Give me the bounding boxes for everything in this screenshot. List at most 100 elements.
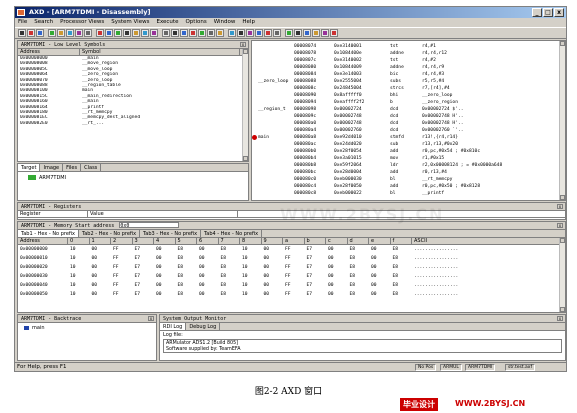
toolbar-icon[interactable] [228, 29, 236, 37]
disasm-row[interactable]: 000080c0 0xeb000030 bl __rt_memcpy [252, 176, 565, 183]
toolbar-icon[interactable] [303, 29, 311, 37]
backtrace-item[interactable]: main [18, 323, 156, 333]
tab-files[interactable]: Files [63, 164, 82, 171]
disasm-row[interactable]: __region_t 00008098 0x00002724 dcd 0x0000272… [252, 106, 565, 113]
symbol-row[interactable]: 0x000082E0 __rt_... [18, 121, 248, 126]
memory-row[interactable]: 0x00000000 10 00 FF E7 00 E8 00 E8 10 00 FF E7 00 E8 00… [18, 245, 565, 254]
memory-tab[interactable]: Tab4 - Hex - No prefix [201, 230, 263, 237]
toolbar-icon[interactable] [264, 29, 272, 37]
disasm-row[interactable]: main 000080a8 0xe92d4010 stmfd r13!,{r4,r14} [252, 134, 565, 141]
menu-item[interactable]: Search [34, 18, 53, 27]
memory-column[interactable]: 4 [154, 238, 176, 244]
close-icon[interactable]: x [148, 316, 154, 321]
tab-class[interactable]: Class [81, 164, 102, 171]
memory-tab[interactable]: Tab2 - Hex - No prefix [79, 230, 141, 237]
memory-column[interactable]: 8 [240, 238, 262, 244]
memory-row[interactable]: 0x00000050 10 00 FF E7 00 E8 00 E8 10 00 FF E7 00 E8 00… [18, 290, 565, 299]
memory-column[interactable]: 1 [90, 238, 111, 244]
disasm-row[interactable]: 000080b8 0xe59f2064 ldr r2,0x00008124 ; = #… [252, 162, 565, 169]
toolbar-icon[interactable] [312, 29, 320, 37]
memory-row[interactable]: 0x00000040 10 00 FF E7 00 E8 00 E8 10 00 FF E7 00 E8 00… [18, 281, 565, 290]
memory-column[interactable]: 6 [197, 238, 219, 244]
toolbar-icon[interactable] [198, 29, 206, 37]
menu-item[interactable]: File [18, 18, 27, 27]
disasm-row[interactable]: 00008074 0xe3140001 tst r4,#1 [252, 43, 565, 50]
close-button[interactable]: x [554, 8, 564, 17]
toolbar-icon[interactable] [330, 29, 338, 37]
breakpoint-icon[interactable] [252, 135, 257, 140]
disasm-row[interactable]: 000080b0 0xe28f0054 add r0,pc,#0x54 ; #0x81… [252, 148, 565, 155]
disasm-row[interactable]: 000080c4 0xe28f0050 add r0,pc,#0x50 ; #0x81… [252, 183, 565, 190]
toolbar-icon[interactable] [105, 29, 113, 37]
menu-item[interactable]: Options [185, 18, 206, 27]
output-tab[interactable]: Debug Log [186, 323, 221, 330]
memory-column[interactable]: b [305, 238, 326, 244]
toolbar-icon[interactable] [171, 29, 179, 37]
start-address-field[interactable]: 0x0 [119, 222, 180, 229]
toolbar-icon[interactable] [246, 29, 254, 37]
memory-column[interactable]: d [348, 238, 369, 244]
memory-row[interactable]: 0x00000020 10 00 FF E7 00 E8 00 E8 10 00 FF E7 00 E8 00… [18, 263, 565, 272]
target-node[interactable]: ARM7TDMI [18, 172, 248, 184]
memory-column[interactable]: c [326, 238, 348, 244]
memory-column[interactable]: 3 [133, 238, 154, 244]
disasm-row[interactable]: 0000808c 0x24845004 strcs r7,[r4],#4 [252, 85, 565, 92]
toolbar-icon[interactable] [66, 29, 74, 37]
toolbar-icon[interactable] [255, 29, 263, 37]
toolbar-icon[interactable] [273, 29, 281, 37]
disassembly-scrollbar[interactable] [559, 41, 565, 200]
toolbar-icon[interactable] [207, 29, 215, 37]
column-value[interactable]: Value [88, 211, 238, 217]
menu-item[interactable]: Processor Views [60, 18, 104, 27]
tab-image[interactable]: Image [40, 164, 64, 171]
toolbar-icon[interactable] [57, 29, 65, 37]
column-register[interactable]: Register [18, 211, 88, 217]
toolbar-icon[interactable] [294, 29, 302, 37]
memory-column[interactable]: 9 [262, 238, 283, 244]
close-icon[interactable]: x [557, 223, 563, 228]
toolbar-icon[interactable] [114, 29, 122, 37]
menu-item[interactable]: Help [242, 18, 255, 27]
symbols-scrollbar[interactable] [242, 49, 248, 161]
toolbar-icon[interactable] [18, 29, 26, 37]
memory-column[interactable]: Address [18, 238, 68, 244]
toolbar-icon[interactable] [48, 29, 56, 37]
memory-column[interactable]: ASCII [412, 238, 562, 244]
toolbar-icon[interactable] [189, 29, 197, 37]
memory-scrollbar[interactable] [559, 238, 565, 312]
menu-item[interactable]: Execute [156, 18, 178, 27]
menu-item[interactable]: Window [214, 18, 236, 27]
disasm-row[interactable]: 00008094 0xeaffff2f2 b __zero_region [252, 99, 565, 106]
memory-tab[interactable]: Tab3 - Hex - No prefix [140, 230, 202, 237]
column-symbol[interactable]: Symbol [80, 49, 240, 55]
memory-column[interactable]: 2 [111, 238, 133, 244]
close-icon[interactable]: x [240, 42, 246, 47]
toolbar-icon[interactable] [27, 29, 35, 37]
memory-column[interactable]: 0 [68, 238, 90, 244]
disasm-row[interactable]: 00008080 0x10844009 addne r4,r4,r9 [252, 64, 565, 71]
toolbar-icon[interactable] [321, 29, 329, 37]
minimize-button[interactable]: _ [532, 8, 542, 17]
memory-column[interactable]: 5 [176, 238, 197, 244]
close-icon[interactable]: x [557, 316, 563, 321]
disasm-row[interactable]: __zero_loop 00008088 0xe2555004 subs r5,r5,#… [252, 78, 565, 85]
close-icon[interactable]: x [557, 204, 563, 209]
disasm-row[interactable]: 00008090 0x8afffff0 bhi __zero_loop [252, 92, 565, 99]
menu-item[interactable]: System Views [111, 18, 149, 27]
memory-column[interactable]: 7 [219, 238, 240, 244]
disasm-row[interactable]: 000080a0 0x00002748 dcd 0x00002748 H'.. [252, 120, 565, 127]
memory-column[interactable]: f [391, 238, 412, 244]
toolbar-icon[interactable] [96, 29, 104, 37]
disasm-row[interactable]: 000080ac 0xe24dd020 sub r13,r13,#0x20 [252, 141, 565, 148]
disasm-row[interactable]: 0000807c 0xe3140002 tst r4,#2 [252, 57, 565, 64]
toolbar-icon[interactable] [150, 29, 158, 37]
toolbar-icon[interactable] [123, 29, 131, 37]
memory-column[interactable]: e [369, 238, 391, 244]
toolbar-icon[interactable] [75, 29, 83, 37]
memory-column[interactable]: a [283, 238, 305, 244]
memory-row[interactable]: 0x00000010 10 00 FF E7 00 E8 00 E8 10 00 FF E7 00 E8 00… [18, 254, 565, 263]
toolbar-icon[interactable] [162, 29, 170, 37]
toolbar-icon[interactable] [132, 29, 140, 37]
disasm-row[interactable]: 0000809c 0x00002748 dcd 0x00002748 H'.. [252, 113, 565, 120]
output-tab[interactable]: RDI Log [160, 323, 187, 330]
